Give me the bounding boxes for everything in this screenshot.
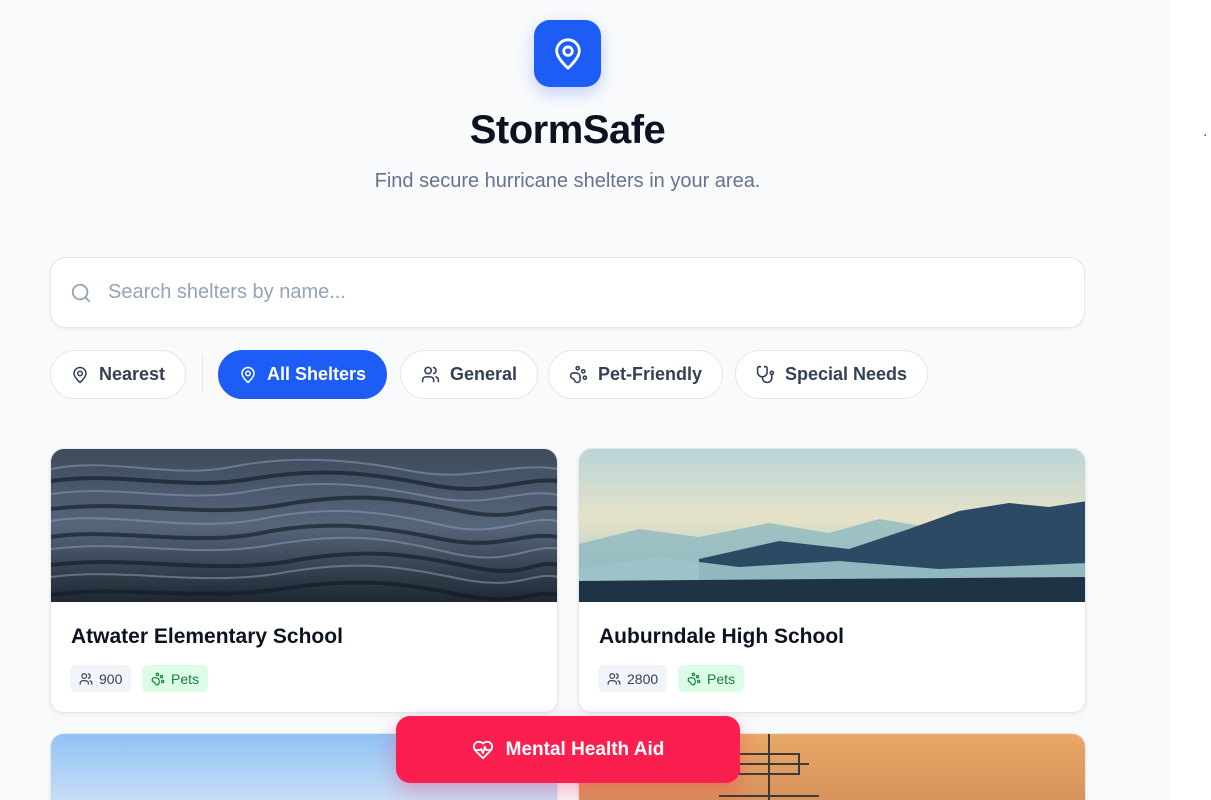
paw-icon bbox=[569, 365, 588, 384]
filter-label: General bbox=[450, 364, 518, 384]
map-pin-icon bbox=[554, 37, 581, 70]
filter-label: Nearest bbox=[99, 364, 166, 384]
users-icon bbox=[79, 672, 93, 685]
app-container: StormSafe Find secure hurricane shelters… bbox=[0, 0, 1169, 800]
pets-badge: Pets bbox=[678, 665, 745, 692]
page-subtitle: Find secure hurricane shelters in your a… bbox=[374, 170, 761, 192]
filter-label: Pet-Friendly bbox=[598, 364, 703, 384]
pets-label: Pets bbox=[171, 670, 200, 687]
app-logo bbox=[534, 20, 601, 87]
shelter-card[interactable]: Atwater Elementary School 900 Pets bbox=[50, 448, 558, 713]
shelter-image bbox=[51, 449, 557, 602]
shelter-name: Atwater Elementary School bbox=[71, 625, 343, 648]
capacity-value: 900 bbox=[99, 670, 123, 687]
users-icon bbox=[421, 366, 440, 383]
capacity-badge: 900 bbox=[70, 665, 132, 692]
filter-pet-friendly[interactable]: Pet-Friendly bbox=[548, 350, 724, 399]
paw-icon bbox=[687, 672, 701, 685]
search-icon bbox=[71, 283, 91, 302]
page-title: StormSafe bbox=[469, 108, 666, 152]
mental-health-aid-button[interactable]: Mental Health Aid bbox=[396, 716, 740, 783]
filter-divider bbox=[202, 355, 203, 394]
heart-pulse-icon bbox=[472, 740, 493, 759]
filter-label: Special Needs bbox=[785, 364, 908, 384]
shelter-card[interactable]: Auburndale High School 2800 Pets bbox=[578, 448, 1086, 713]
filter-all-shelters[interactable]: All Shelters bbox=[218, 350, 388, 399]
shelter-name: Auburndale High School bbox=[599, 625, 844, 648]
stethoscope-icon bbox=[756, 365, 775, 384]
search-bar[interactable] bbox=[50, 257, 1085, 328]
users-icon bbox=[607, 672, 621, 685]
mental-health-aid-label: Mental Health Aid bbox=[505, 738, 665, 760]
edge-glyph: · bbox=[1203, 126, 1208, 142]
filter-label: All Shelters bbox=[267, 364, 367, 384]
pets-badge: Pets bbox=[142, 665, 209, 692]
search-input[interactable] bbox=[108, 281, 1008, 304]
capacity-badge: 2800 bbox=[598, 665, 668, 692]
filter-special-needs[interactable]: Special Needs bbox=[735, 350, 929, 399]
capacity-value: 2800 bbox=[627, 670, 659, 687]
shelter-image bbox=[579, 449, 1085, 602]
map-pin-icon bbox=[73, 366, 87, 383]
filter-nearest[interactable]: Nearest bbox=[50, 350, 187, 399]
filter-general[interactable]: General bbox=[400, 350, 539, 399]
paw-icon bbox=[151, 672, 165, 685]
pets-label: Pets bbox=[707, 670, 736, 687]
map-pin-icon bbox=[241, 366, 255, 383]
